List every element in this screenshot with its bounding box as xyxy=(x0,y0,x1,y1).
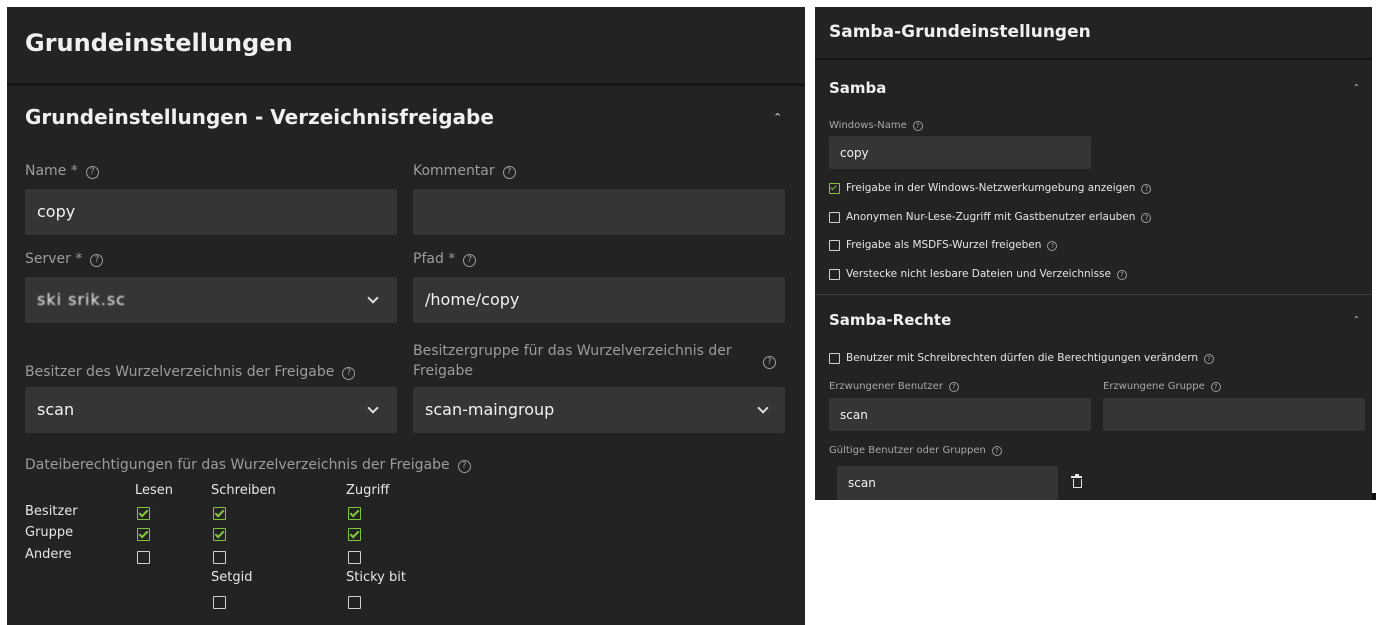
owner-value: scan xyxy=(37,400,75,419)
chevron-up-icon[interactable]: ⌃ xyxy=(773,111,782,124)
group-value: scan-maingroup xyxy=(425,400,555,419)
anonymous-guest-checkbox[interactable] xyxy=(829,212,840,223)
help-icon[interactable]: ? xyxy=(90,254,104,267)
path-value: /home/copy xyxy=(425,290,520,309)
help-icon[interactable]: ? xyxy=(912,121,923,131)
name-input[interactable]: copy xyxy=(25,189,397,235)
chevron-up-icon[interactable]: ⌃ xyxy=(1353,315,1360,324)
panel-edge xyxy=(1372,493,1376,500)
owner-label: Besitzer des Wurzelverzeichnis der Freig… xyxy=(25,364,356,380)
help-icon[interactable]: ? xyxy=(457,460,471,473)
help-icon[interactable]: ? xyxy=(1204,354,1215,364)
samba-settings-panel: Samba-Grundeinstellungen Samba ⌃ Windows… xyxy=(815,7,1372,500)
comment-input[interactable] xyxy=(413,189,785,235)
valid-users-label: Gültige Benutzer oder Gruppen? xyxy=(829,445,1002,456)
valid-users-value: scan xyxy=(848,476,876,490)
column-access: Zugriff xyxy=(346,483,390,498)
setgid-label: Setgid xyxy=(211,570,253,585)
setgid-checkbox[interactable] xyxy=(213,596,226,609)
server-label: Server *? xyxy=(25,251,104,267)
owner-access-checkbox[interactable] xyxy=(348,507,361,520)
forced-user-label: Erzwungener Benutzer? xyxy=(829,381,959,392)
group-select[interactable]: scan-maingroup xyxy=(413,387,785,433)
show-in-network-label: Freigabe in der Windows-Netzwerkumgebung… xyxy=(846,182,1152,194)
hide-unreadable-checkbox[interactable] xyxy=(829,269,840,280)
hide-unreadable-label: Verstecke nicht lesbare Dateien und Verz… xyxy=(846,268,1127,280)
forced-group-label: Erzwungene Gruppe? xyxy=(1103,381,1221,392)
others-read-checkbox[interactable] xyxy=(137,551,150,564)
owner-select[interactable]: scan xyxy=(25,387,397,433)
valid-users-input[interactable]: scan xyxy=(837,466,1058,500)
forced-user-value: scan xyxy=(840,408,868,422)
help-icon[interactable]: ? xyxy=(463,254,477,267)
windows-name-label: Windows-Name? xyxy=(829,120,923,131)
write-users-modify-checkbox[interactable] xyxy=(829,353,840,364)
sticky-bit-label: Sticky bit xyxy=(346,570,406,585)
chevron-down-icon xyxy=(367,292,379,304)
help-icon[interactable]: ? xyxy=(1047,241,1058,251)
help-icon[interactable]: ? xyxy=(991,446,1002,456)
column-write: Schreiben xyxy=(211,483,276,498)
help-icon[interactable]: ? xyxy=(948,382,959,392)
forced-user-input[interactable]: scan xyxy=(829,398,1091,431)
help-icon[interactable]: ? xyxy=(1210,382,1221,392)
show-in-network-checkbox[interactable] xyxy=(829,183,840,194)
divider xyxy=(815,294,1372,295)
divider xyxy=(815,58,1372,60)
comment-label: Kommentar? xyxy=(413,163,516,179)
divider xyxy=(7,83,805,86)
help-icon[interactable]: ? xyxy=(1141,184,1152,194)
windows-name-input[interactable]: copy xyxy=(829,136,1091,169)
write-users-modify-label: Benutzer mit Schreibrechten dürfen die B… xyxy=(846,352,1215,364)
owner-write-checkbox[interactable] xyxy=(213,507,226,520)
row-owner: Besitzer xyxy=(25,504,78,519)
section-title: Grundeinstellungen - Verzeichnisfreigabe xyxy=(25,105,494,129)
path-input[interactable]: /home/copy xyxy=(413,277,785,323)
others-write-checkbox[interactable] xyxy=(213,551,226,564)
help-icon[interactable]: ? xyxy=(1141,213,1152,223)
server-value: ski srik.sc xyxy=(37,290,126,309)
group-access-checkbox[interactable] xyxy=(348,528,361,541)
directory-share-settings-panel: Grundeinstellungen Grundeinstellungen - … xyxy=(7,7,805,625)
group-read-checkbox[interactable] xyxy=(137,528,150,541)
name-value: copy xyxy=(37,202,76,221)
samba-page-title: Samba-Grundeinstellungen xyxy=(829,22,1091,42)
msdfs-root-label: Freigabe als MSDFS-Wurzel freigeben? xyxy=(846,239,1058,251)
samba-section-title: Samba xyxy=(829,79,887,97)
chevron-down-icon xyxy=(367,402,379,414)
help-icon[interactable]: ? xyxy=(85,166,99,179)
group-write-checkbox[interactable] xyxy=(213,528,226,541)
permissions-label: Dateiberechtigungen für das Wurzelverzei… xyxy=(25,457,471,473)
column-read: Lesen xyxy=(135,483,174,498)
others-access-checkbox[interactable] xyxy=(348,551,361,564)
help-icon[interactable]: ? xyxy=(502,166,516,179)
row-others: Andere xyxy=(25,547,72,562)
group-label-line2: Freigabe xyxy=(413,363,473,379)
trash-icon[interactable] xyxy=(1071,474,1082,488)
group-label-line1: Besitzergruppe für das Wurzelverzeichnis… xyxy=(413,343,732,359)
help-icon[interactable]: ? xyxy=(342,367,356,380)
chevron-up-icon[interactable]: ⌃ xyxy=(1353,83,1360,92)
path-label: Pfad *? xyxy=(413,251,477,267)
chevron-down-icon xyxy=(757,402,769,414)
forced-group-input[interactable] xyxy=(1103,398,1365,431)
sticky-bit-checkbox[interactable] xyxy=(348,596,361,609)
name-label: Name *? xyxy=(25,163,99,179)
anonymous-guest-label: Anonymen Nur-Lese-Zugriff mit Gastbenutz… xyxy=(846,211,1152,223)
server-select[interactable]: ski srik.sc xyxy=(25,277,397,323)
msdfs-root-checkbox[interactable] xyxy=(829,240,840,251)
page-title: Grundeinstellungen xyxy=(25,29,293,57)
row-group: Gruppe xyxy=(25,525,74,540)
samba-rights-title: Samba-Rechte xyxy=(829,311,952,329)
owner-read-checkbox[interactable] xyxy=(137,507,150,520)
windows-name-value: copy xyxy=(840,146,869,160)
help-icon[interactable]: ? xyxy=(763,356,776,369)
help-icon[interactable]: ? xyxy=(1116,270,1127,280)
